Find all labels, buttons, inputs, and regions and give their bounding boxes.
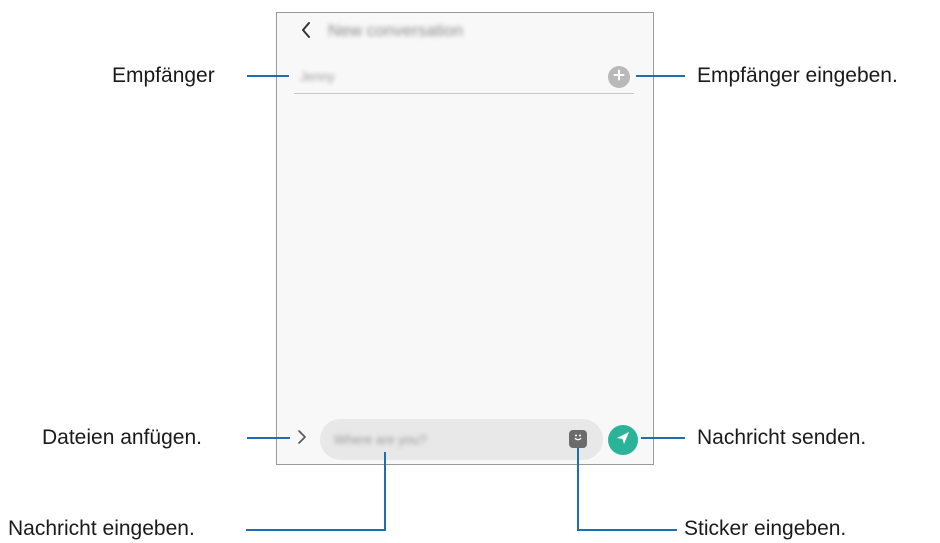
callout-line-message-vertical [384,452,386,531]
add-recipient-button[interactable] [608,66,630,88]
callout-line-attach [247,437,290,439]
callout-line-sticker-horizontal [577,529,677,531]
header-title: New conversation [328,21,464,40]
callout-enter-sticker: Sticker eingeben. [684,517,847,540]
callout-line-recipient [247,75,289,77]
callout-line-enter-recipient [636,75,685,77]
callout-line-sticker-vertical [577,448,579,531]
message-placeholder: Where are you? [334,432,427,447]
plus-icon [613,68,625,86]
chevron-left-icon [300,21,312,44]
callout-enter-recipient: Empfänger eingeben. [697,64,898,87]
recipient-field[interactable]: Jenny [294,60,634,94]
sticker-icon [572,430,584,448]
callout-send-message: Nachricht senden. [697,426,867,449]
message-input[interactable]: Where are you? [320,419,603,460]
send-button[interactable] [608,425,638,455]
callout-attach-files: Dateien anfügen. [42,426,202,449]
callout-enter-message: Nachricht eingeben. [8,517,195,540]
chevron-right-icon [297,429,307,450]
back-button[interactable] [296,20,316,44]
recipient-value: Jenny [300,69,335,84]
callout-line-message-horizontal [246,529,386,531]
sticker-button[interactable] [569,430,587,448]
paper-plane-icon [615,430,631,451]
callout-line-send [641,437,685,439]
callout-recipient: Empfänger [112,64,215,87]
attach-button[interactable] [293,428,311,450]
